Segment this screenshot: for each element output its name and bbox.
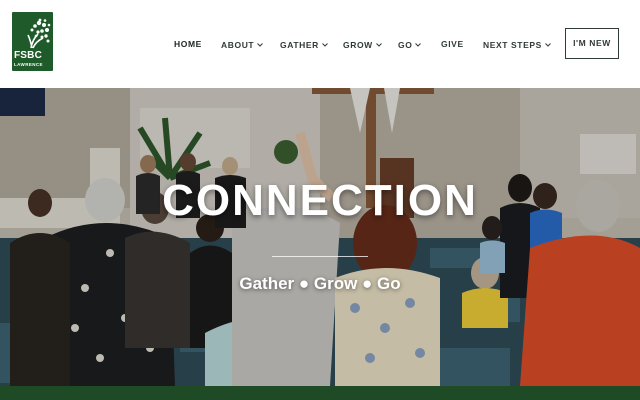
nav-gather-label: GATHER [280, 40, 319, 50]
nav-home-label: HOME [174, 39, 202, 49]
hero-divider [272, 256, 368, 257]
nav-give[interactable]: GIVE [441, 38, 464, 50]
nav-about[interactable]: ABOUT [221, 38, 264, 51]
nav-home[interactable]: HOME [174, 38, 202, 50]
nav-go[interactable]: GO [398, 38, 422, 51]
nav-go-label: GO [398, 40, 413, 50]
hero-banner: CONNECTION Gather ● Grow ● Go [0, 88, 640, 386]
nav-next-steps[interactable]: NEXT STEPS [483, 38, 551, 51]
hero-tagline: Gather ● Grow ● Go [239, 274, 401, 293]
logo-subtitle: LAWRENCE [14, 62, 43, 67]
church-logo[interactable]: FSBC LAWRENCE [12, 12, 53, 71]
section-divider-bar [0, 386, 640, 400]
site-header: FSBC LAWRENCE HOME ABOUT GATHER GROW GO … [0, 0, 640, 88]
chevron-down-icon [545, 38, 551, 50]
chevron-down-icon [375, 38, 382, 50]
im-new-button[interactable]: I'M NEW [565, 28, 619, 59]
nav-next-steps-label: NEXT STEPS [483, 40, 542, 50]
chevron-down-icon [415, 38, 422, 50]
chevron-down-icon [322, 38, 328, 50]
logo-name: FSBC [14, 50, 43, 61]
chevron-down-icon [257, 38, 264, 50]
hero-overlay [0, 88, 640, 386]
nav-gather[interactable]: GATHER [280, 38, 328, 51]
nav-grow[interactable]: GROW [343, 38, 382, 51]
nav-grow-label: GROW [343, 40, 373, 50]
nav-about-label: ABOUT [221, 40, 255, 50]
nav-give-label: GIVE [441, 39, 464, 49]
hero-title: CONNECTION [162, 176, 478, 225]
